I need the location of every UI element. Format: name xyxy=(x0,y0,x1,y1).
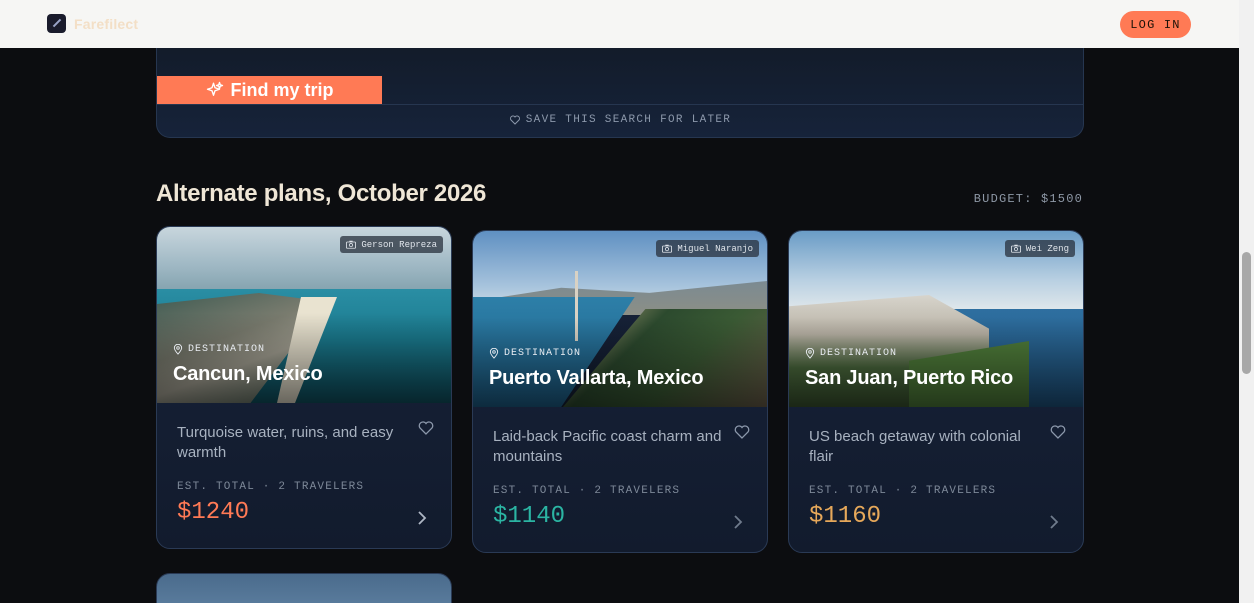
destination-photo: Miguel Naranjo DESTINATION Puerto Vallar… xyxy=(473,231,767,407)
estimate-label: EST. TOTAL · 2 TRAVELERS xyxy=(809,485,997,497)
chevron-right-icon[interactable] xyxy=(417,510,427,526)
destination-label: DESTINATION xyxy=(173,344,265,355)
chevron-right-icon[interactable] xyxy=(733,514,743,530)
destination-label-text: DESTINATION xyxy=(504,348,582,359)
map-pin-icon xyxy=(489,348,499,359)
destination-photo: Wei Zeng DESTINATION San Juan, Puerto Ri… xyxy=(789,231,1083,407)
map-pin-icon xyxy=(173,344,183,355)
destination-name: Cancun, Mexico xyxy=(173,363,323,385)
brand-name[interactable]: Farefilect xyxy=(74,16,138,32)
photo-credit-name: Gerson Repreza xyxy=(361,239,437,250)
destination-label-text: DESTINATION xyxy=(188,344,266,355)
estimate-label: EST. TOTAL · 2 TRAVELERS xyxy=(493,485,681,497)
destination-card-partial[interactable] xyxy=(156,573,452,603)
save-search-label: SAVE THIS SEARCH FOR LATER xyxy=(525,114,732,126)
camera-icon xyxy=(346,240,357,249)
destination-label: DESTINATION xyxy=(489,348,581,359)
destination-photo: Gerson Repreza DESTINATION Cancun, Mexic… xyxy=(157,227,451,403)
destination-name: Puerto Vallarta, Mexico xyxy=(489,367,704,389)
estimated-price: $1140 xyxy=(493,503,566,530)
favorite-heart-icon[interactable] xyxy=(417,419,435,437)
destination-description: Turquoise water, ruins, and easy warmth xyxy=(177,424,394,461)
find-my-trip-label: Find my trip xyxy=(230,79,334,100)
find-my-trip-button[interactable]: Find my trip xyxy=(157,76,382,104)
destination-card[interactable]: Wei Zeng DESTINATION San Juan, Puerto Ri… xyxy=(788,230,1084,553)
photo-credit: Gerson Repreza xyxy=(340,236,443,253)
scrollbar-track[interactable] xyxy=(1239,0,1254,603)
section-title: Alternate plans, October 2026 xyxy=(156,180,487,207)
heart-icon xyxy=(509,115,520,125)
photo-credit-name: Miguel Naranjo xyxy=(677,243,753,254)
photo-credit: Miguel Naranjo xyxy=(656,240,759,257)
logo-icon[interactable] xyxy=(47,14,66,33)
save-search-link[interactable]: SAVE THIS SEARCH FOR LATER xyxy=(157,114,1083,126)
panel-divider xyxy=(157,104,1083,105)
destination-label: DESTINATION xyxy=(805,348,897,359)
photo-credit: Wei Zeng xyxy=(1004,240,1075,257)
destination-card[interactable]: Gerson Repreza DESTINATION Cancun, Mexic… xyxy=(156,226,452,549)
camera-icon xyxy=(662,244,673,253)
budget-label: BUDGET: $1500 xyxy=(973,192,1083,206)
top-navbar: Farefilect LOG IN xyxy=(0,0,1239,48)
destination-description: US beach getaway with colonial flair xyxy=(809,428,1021,465)
chevron-right-icon[interactable] xyxy=(1049,514,1059,530)
map-pin-icon xyxy=(805,348,815,359)
destination-card[interactable]: Miguel Naranjo DESTINATION Puerto Vallar… xyxy=(472,230,768,553)
camera-icon xyxy=(1010,244,1021,253)
scrollbar-thumb[interactable] xyxy=(1242,252,1251,374)
favorite-heart-icon[interactable] xyxy=(733,423,751,441)
photo-credit-name: Wei Zeng xyxy=(1025,243,1069,254)
destination-label-text: DESTINATION xyxy=(820,348,898,359)
destination-description: Laid-back Pacific coast charm and mounta… xyxy=(493,428,722,465)
login-button[interactable]: LOG IN xyxy=(1120,11,1191,38)
estimated-price: $1240 xyxy=(177,499,250,526)
favorite-heart-icon[interactable] xyxy=(1049,423,1067,441)
estimate-label: EST. TOTAL · 2 TRAVELERS xyxy=(177,481,365,493)
sparkle-icon xyxy=(206,81,223,96)
destination-name: San Juan, Puerto Rico xyxy=(805,367,1014,389)
estimated-price: $1160 xyxy=(809,503,882,530)
